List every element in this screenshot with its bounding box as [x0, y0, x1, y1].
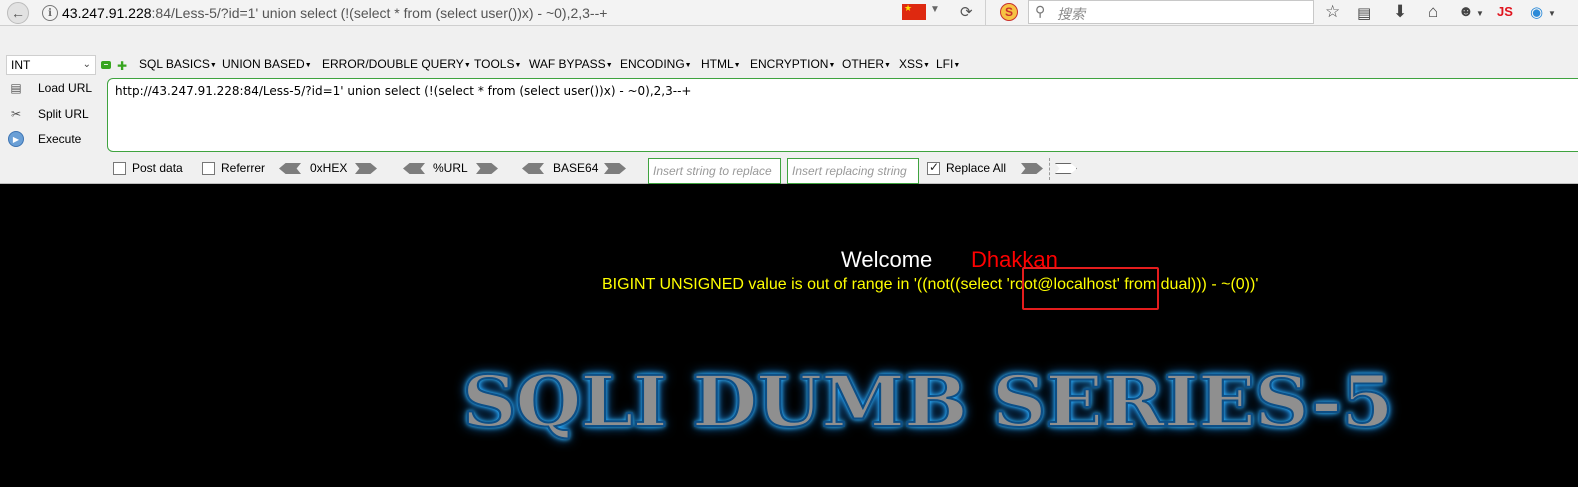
- query-textarea[interactable]: http://43.247.91.228:84/Less-5/?id=1' un…: [107, 78, 1578, 152]
- search-icon: ⚲: [1035, 3, 1046, 19]
- menu-label: ENCODING: [620, 57, 685, 71]
- replace-next-arrow-icon[interactable]: [1055, 163, 1077, 174]
- browser-toolbar: ← i 43.247.91.228:84/Less-5/?id=1' union…: [0, 0, 1578, 26]
- menu-union-based[interactable]: UNION BASED▼: [222, 57, 312, 71]
- menu-error-double-query[interactable]: ERROR/DOUBLE QUERY▼: [322, 57, 471, 71]
- chevron-down-icon[interactable]: ▼: [930, 4, 940, 15]
- star-icon[interactable]: ☆: [1325, 2, 1340, 22]
- js-toggle-icon[interactable]: JS: [1497, 4, 1513, 19]
- url-label: %URL: [433, 161, 468, 175]
- execute-label: Execute: [38, 132, 82, 146]
- execute-button[interactable]: ▶ Execute: [8, 129, 81, 149]
- url-path: :84/Less-5/?id=1' union select (!(select…: [151, 5, 608, 21]
- base64-encode-arrow-icon[interactable]: [604, 163, 626, 174]
- user-avatar-icon[interactable]: ☻: [1458, 3, 1474, 20]
- menu-sql-basics[interactable]: SQL BASICS▼: [139, 57, 217, 71]
- minus-icon[interactable]: –: [101, 61, 111, 69]
- referrer-checkbox[interactable]: [202, 162, 215, 175]
- type-select-value: INT: [11, 58, 31, 72]
- load-url-label: Load URL: [38, 81, 93, 95]
- reload-icon[interactable]: ⟳: [960, 3, 973, 21]
- menu-encoding[interactable]: ENCODING▼: [620, 57, 692, 71]
- menu-label: SQL BASICS: [139, 57, 210, 71]
- type-select[interactable]: INT ⌄: [6, 55, 96, 75]
- search-placeholder: 搜索: [1057, 6, 1085, 22]
- error-message: BIGINT UNSIGNED value is out of range in…: [602, 276, 1259, 293]
- menu-encryption[interactable]: ENCRYPTION▼: [750, 57, 835, 71]
- referrer-label: Referrer: [221, 161, 266, 175]
- chevron-down-icon: ⌄: [82, 59, 91, 70]
- post-data-label: Post data: [132, 161, 183, 175]
- welcome-text: Welcome: [841, 247, 933, 272]
- menu-other[interactable]: OTHER▼: [842, 57, 891, 71]
- menu-label: ERROR/DOUBLE QUERY: [322, 57, 464, 71]
- post-data-checkbox[interactable]: [113, 162, 126, 175]
- base64-decode-arrow-icon[interactable]: [522, 163, 544, 174]
- menu-label: ENCRYPTION: [750, 57, 829, 71]
- back-arrow-icon[interactable]: ←: [7, 2, 29, 24]
- scissors-icon: ✂: [10, 107, 22, 121]
- menu-label: OTHER: [842, 57, 884, 71]
- split-url-button[interactable]: ✂ Split URL: [8, 104, 89, 124]
- checkmark-icon: ✓: [929, 160, 940, 174]
- menu-label: TOOLS: [474, 57, 515, 71]
- download-icon[interactable]: ⬇: [1393, 2, 1407, 22]
- split-url-label: Split URL: [38, 107, 89, 121]
- globe-icon[interactable]: ◉: [1530, 3, 1543, 21]
- url-decode-arrow-icon[interactable]: [403, 163, 425, 174]
- menu-lfi[interactable]: LFI▼: [936, 57, 960, 71]
- url-host: 43.247.91.228: [62, 5, 152, 21]
- options-divider: [1049, 158, 1050, 180]
- info-icon[interactable]: i: [42, 5, 58, 21]
- chevron-down-icon[interactable]: ▼: [1476, 9, 1484, 18]
- china-flag-icon[interactable]: [902, 3, 926, 20]
- reading-list-icon[interactable]: ▤: [1357, 4, 1371, 22]
- menu-label: UNION BASED: [222, 57, 305, 71]
- menu-tools[interactable]: TOOLS▼: [474, 57, 521, 71]
- hackbar-options-row: Post data Referrer 0xHEX %URL BASE64 Ins…: [0, 158, 1578, 184]
- menu-xss[interactable]: XSS▼: [899, 57, 930, 71]
- base64-label: BASE64: [553, 161, 599, 175]
- insert-replacing-input[interactable]: Insert replacing string: [787, 158, 919, 184]
- menu-label: HTML: [701, 57, 734, 71]
- plus-icon[interactable]: ✚: [117, 59, 127, 73]
- noscript-icon[interactable]: S: [1000, 3, 1018, 21]
- search-input[interactable]: ⚲ 搜索: [1028, 0, 1314, 24]
- series-title-banner: SQLI DUMB SERIES-5: [461, 359, 1395, 444]
- menu-html[interactable]: HTML▼: [701, 57, 741, 71]
- replace-all-checkbox[interactable]: ✓: [927, 160, 940, 175]
- replace-all-label: Replace All: [946, 161, 1007, 175]
- menu-label: WAF BYPASS: [529, 57, 606, 71]
- page-content: Welcome Dhakkan BIGINT UNSIGNED value is…: [0, 184, 1578, 487]
- menu-label: LFI: [936, 57, 954, 71]
- play-icon: ▶: [8, 131, 24, 147]
- chevron-down-icon[interactable]: ▼: [1548, 9, 1556, 18]
- address-bar[interactable]: 43.247.91.228:84/Less-5/?id=1' union sel…: [62, 3, 897, 23]
- url-encode-arrow-icon[interactable]: [476, 163, 498, 174]
- hex-decode-arrow-icon[interactable]: [279, 163, 301, 174]
- replace-arrow-icon[interactable]: [1021, 163, 1043, 174]
- menu-waf-bypass[interactable]: WAF BYPASS▼: [529, 57, 613, 71]
- annotation-highlight-box: [1022, 267, 1159, 310]
- load-url-button[interactable]: ▤ Load URL: [8, 78, 92, 98]
- hex-label: 0xHEX: [310, 161, 348, 175]
- menu-label: XSS: [899, 57, 924, 71]
- insert-string-input[interactable]: Insert string to replace: [648, 158, 781, 184]
- toolbar-divider: [985, 0, 986, 26]
- home-icon[interactable]: ⌂: [1428, 2, 1438, 22]
- load-url-icon: ▤: [10, 81, 22, 95]
- hackbar-spacer: [0, 26, 1578, 52]
- hex-encode-arrow-icon[interactable]: [355, 163, 377, 174]
